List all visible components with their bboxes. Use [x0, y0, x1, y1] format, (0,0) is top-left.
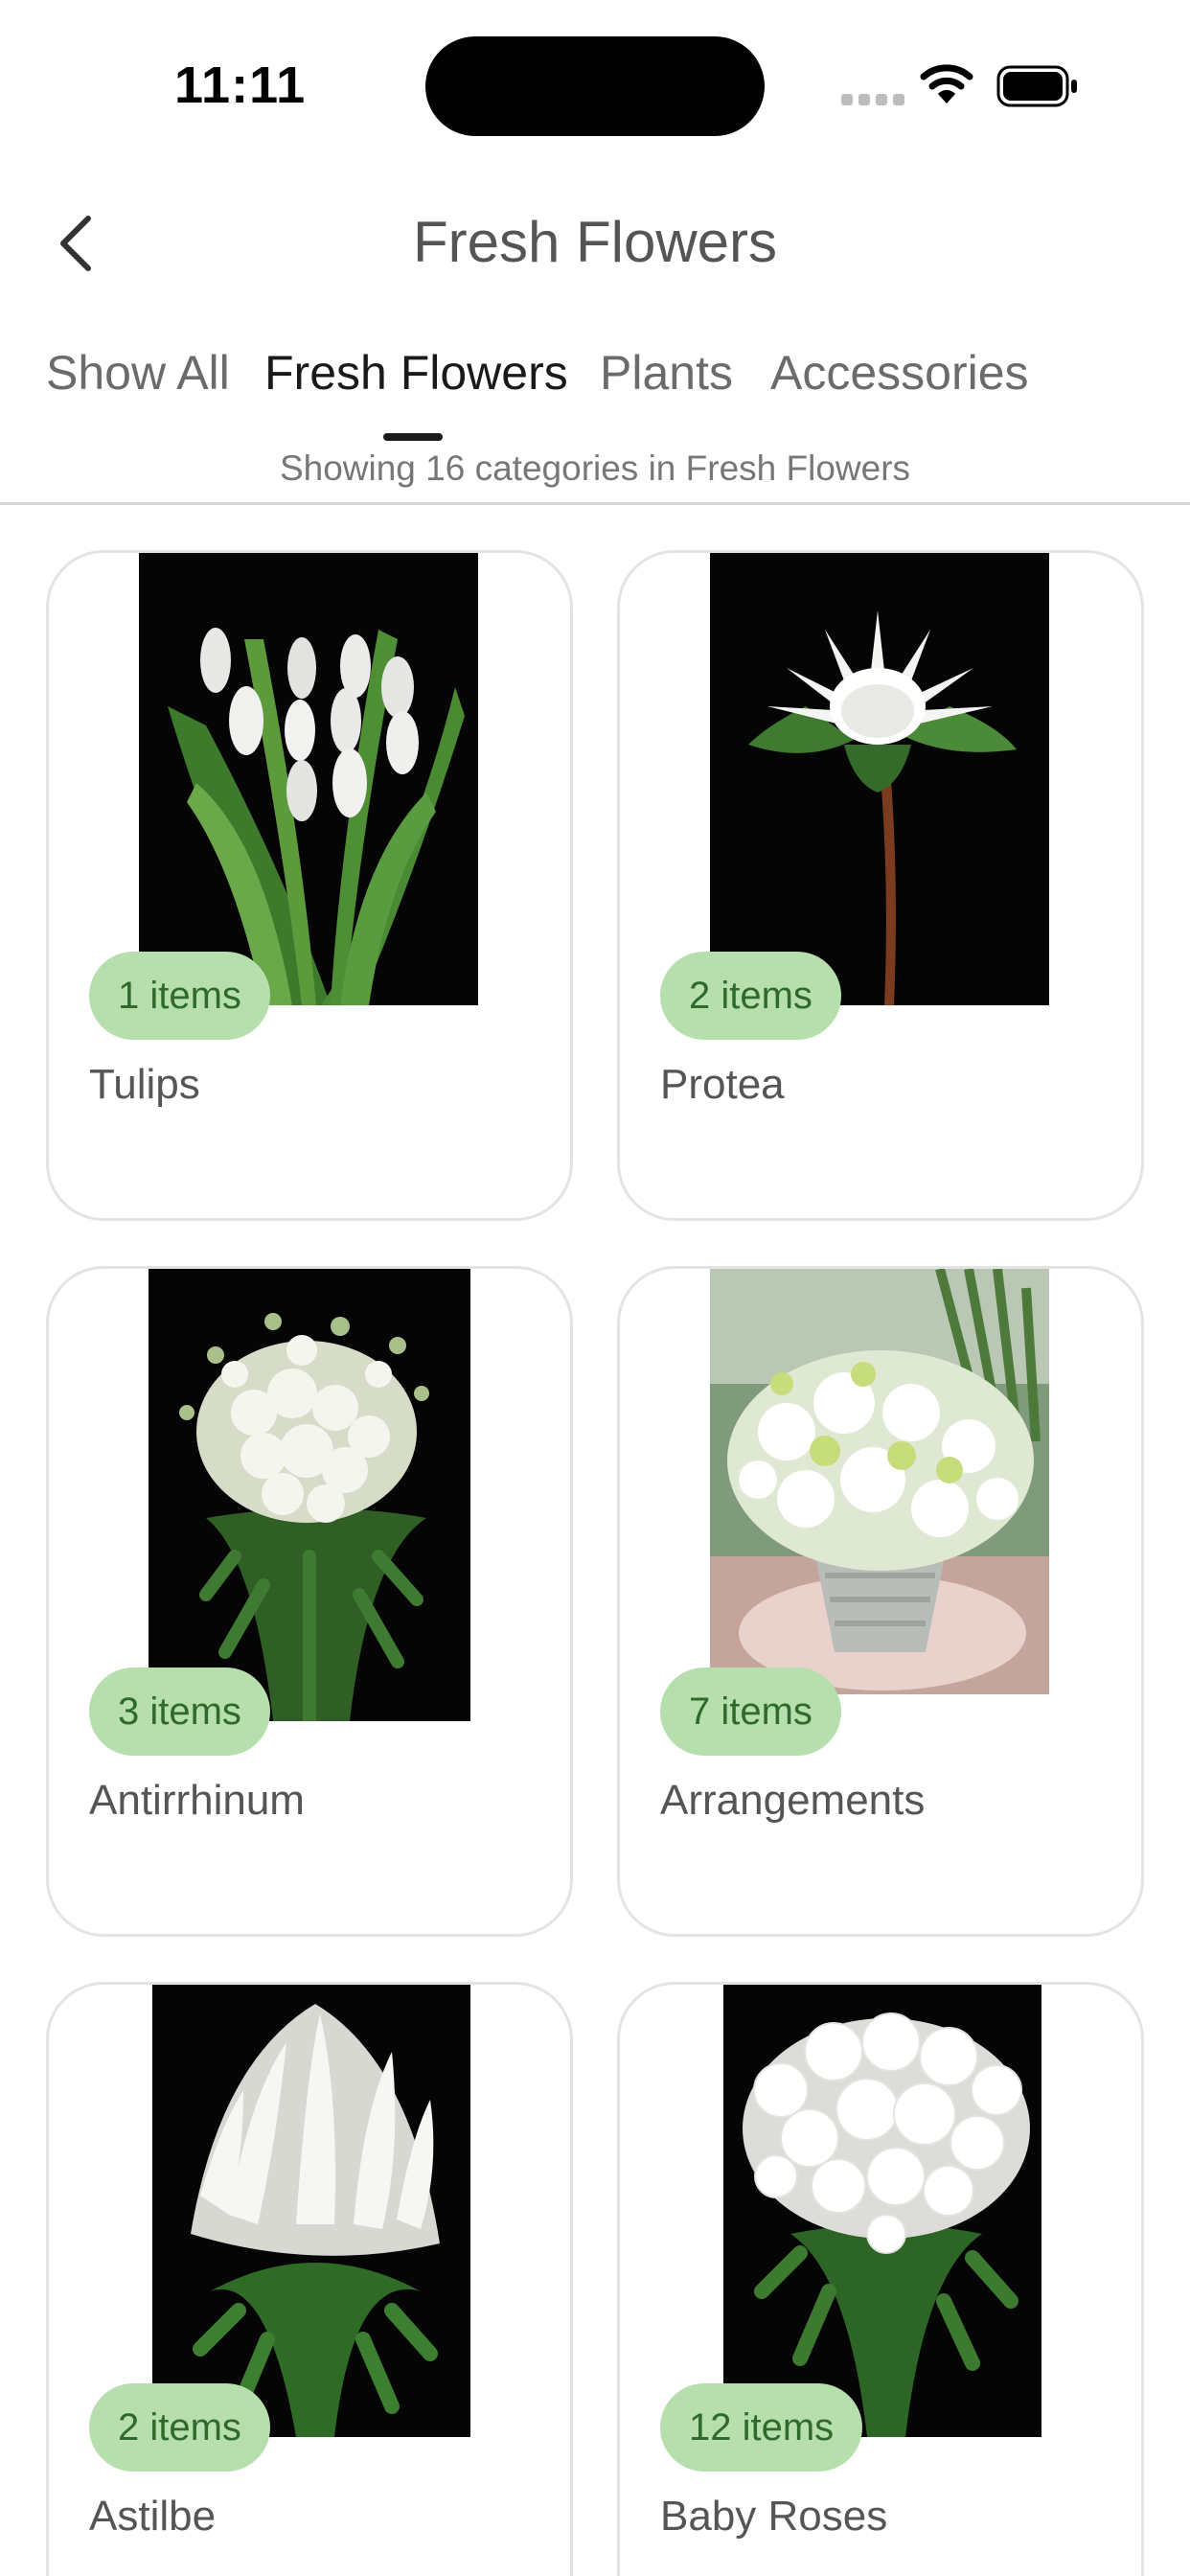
active-tab-indicator: [383, 433, 443, 441]
page-title: Fresh Flowers: [412, 210, 778, 274]
category-name: Tulips: [89, 1061, 200, 1108]
results-summary: Showing 16 categories in Fresh Flowers: [279, 448, 911, 488]
category-name: Protea: [660, 1061, 785, 1108]
item-count-badge: 2 items: [89, 2383, 270, 2472]
protea-image: [710, 553, 1049, 1005]
category-name: Baby Roses: [660, 2493, 888, 2540]
category-tabs: Show All Fresh Flowers Plants Accessorie…: [0, 345, 1190, 412]
item-count-badge: 2 items: [660, 952, 841, 1040]
tab-fresh-flowers[interactable]: Fresh Flowers: [264, 345, 568, 401]
category-card-protea[interactable]: 2 items Protea: [617, 550, 1144, 1221]
category-name: Antirrhinum: [89, 1777, 305, 1824]
tab-plants[interactable]: Plants: [600, 345, 733, 401]
arrangements-image: [710, 1269, 1049, 1694]
item-count-badge: 1 items: [89, 952, 270, 1040]
category-card-arrangements[interactable]: 7 items Arrangements: [617, 1266, 1144, 1937]
signal-icon: [841, 94, 904, 105]
category-name: Arrangements: [660, 1777, 926, 1824]
category-card-antirrhinum[interactable]: 3 items Antirrhinum: [46, 1266, 573, 1937]
baby-roses-image: [723, 1985, 1041, 2437]
screen: 11:11 Fresh Flowers Show All Fresh Flowe…: [0, 0, 1190, 2576]
dynamic-island: [425, 36, 765, 136]
item-count-badge: 12 items: [660, 2383, 863, 2472]
category-name: Astilbe: [89, 2493, 217, 2540]
tulips-image: [139, 553, 478, 1005]
tab-accessories[interactable]: Accessories: [770, 345, 1029, 401]
battery-icon: [996, 65, 1079, 107]
tab-show-all[interactable]: Show All: [46, 345, 230, 401]
category-card-baby-roses[interactable]: 12 items Baby Roses: [617, 1982, 1144, 2576]
antirrhinum-image: [149, 1269, 470, 1721]
category-card-astilbe[interactable]: 2 items Astilbe: [46, 1982, 573, 2576]
item-count-badge: 3 items: [89, 1668, 270, 1756]
category-card-tulips[interactable]: 1 items Tulips: [46, 550, 573, 1221]
item-count-badge: 7 items: [660, 1668, 841, 1756]
astilbe-image: [152, 1985, 470, 2437]
status-time: 11:11: [174, 57, 307, 114]
wifi-icon: [920, 63, 973, 105]
header-divider: [0, 502, 1190, 505]
